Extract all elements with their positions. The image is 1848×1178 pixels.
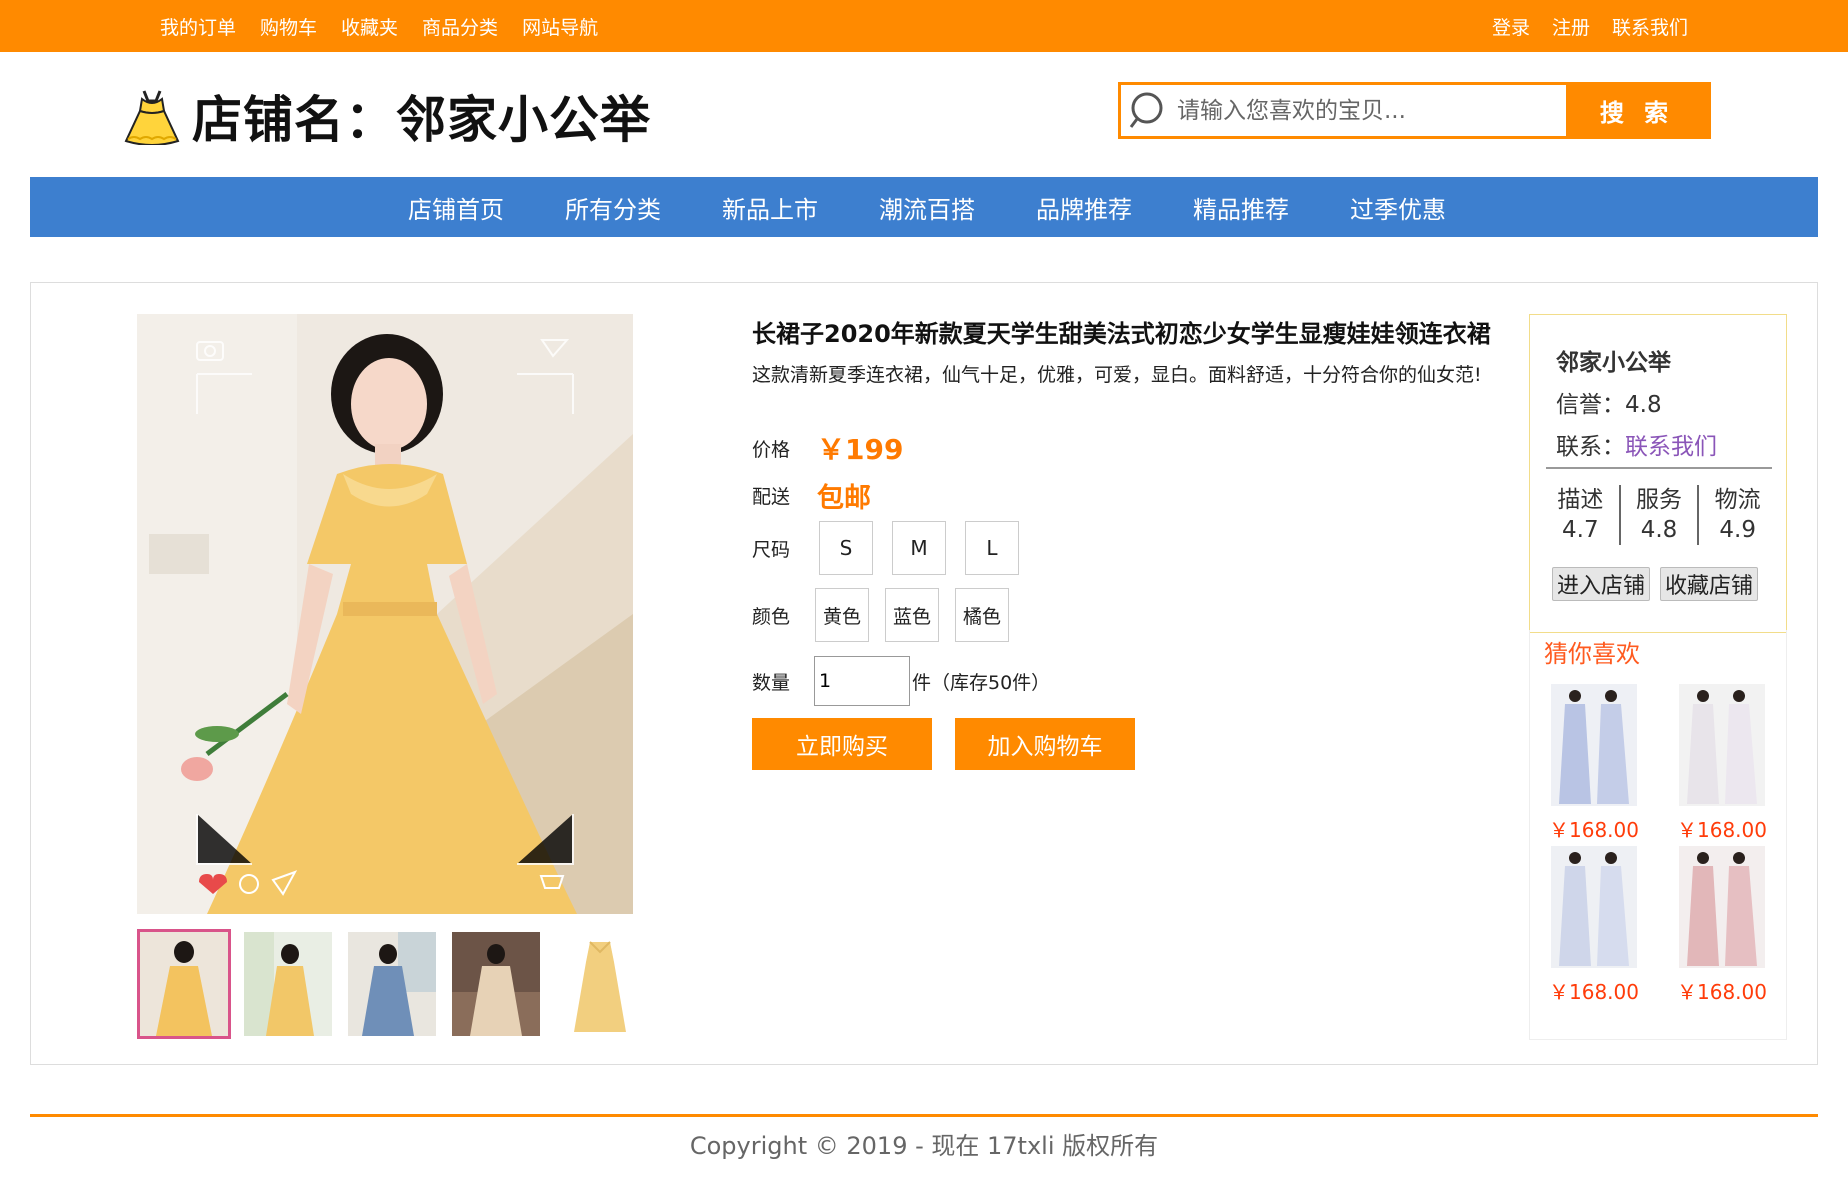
size-row: 尺码 S M L	[752, 521, 1038, 575]
shipping-row: 配送 包邮	[752, 476, 871, 515]
recommendation-image	[1679, 846, 1765, 968]
thumbnail-3[interactable]	[345, 929, 439, 1039]
footer-divider	[30, 1114, 1818, 1117]
thumbnail-strip	[137, 929, 647, 1039]
recommendation-item[interactable]: ￥168.00	[1549, 846, 1639, 1005]
color-label: 颜色	[752, 605, 791, 628]
recommendation-image	[1551, 684, 1637, 806]
quantity-input[interactable]	[814, 656, 910, 706]
search-box	[1121, 85, 1566, 136]
top-bar: 我的订单 购物车 收藏夹 商品分类 网站导航 登录 注册 联系我们	[0, 0, 1848, 52]
shop-contact-link[interactable]: 联系我们	[1625, 434, 1717, 460]
my-orders-link[interactable]: 我的订单	[160, 13, 236, 40]
divider	[1546, 467, 1772, 469]
shop-title: 店铺名：邻家小公举	[192, 91, 651, 149]
copyright: Copyright © 2019 - 现在 17txli 版权所有	[689, 1132, 1159, 1160]
recommendation-image	[1551, 846, 1637, 968]
search-bar: 搜 索	[1118, 82, 1711, 139]
recommendation-item[interactable]: ￥168.00	[1677, 846, 1767, 1005]
register-link[interactable]: 注册	[1552, 13, 1590, 40]
product-title: 长裙子2020年新款夏天学生甜美法式初恋少女学生显瘦娃娃领连衣裙	[752, 320, 1491, 348]
search-input[interactable]	[1177, 97, 1547, 124]
recommendation-price: ￥168.00	[1549, 980, 1639, 1004]
color-option-orange[interactable]: 橘色	[955, 588, 1009, 642]
color-option-blue[interactable]: 蓝色	[885, 588, 939, 642]
rating-value: 4.8	[1640, 517, 1678, 543]
price-label: 价格	[752, 438, 791, 461]
size-option-m[interactable]: M	[892, 521, 946, 575]
product-price: ￥199	[817, 433, 904, 466]
size-label: 尺码	[752, 538, 791, 561]
product-main-image	[137, 314, 633, 914]
rating-service: 服务 4.8	[1621, 485, 1700, 545]
contact-label: 联系：	[1556, 434, 1625, 460]
recommendation-image	[1679, 684, 1765, 806]
color-row: 颜色 黄色 蓝色 橘色	[752, 588, 1028, 642]
categories-link[interactable]: 商品分类	[422, 13, 498, 40]
shop-ratings: 描述 4.7 服务 4.8 物流 4.9	[1542, 485, 1776, 545]
nav-clearance[interactable]: 过季优惠	[1350, 190, 1507, 225]
size-option-l[interactable]: L	[965, 521, 1019, 575]
dress-icon	[124, 90, 180, 145]
shop-contact: 联系：联系我们	[1556, 427, 1717, 461]
buy-now-button[interactable]: 立即购买	[752, 718, 932, 770]
thumbnail-1[interactable]	[137, 929, 231, 1039]
size-option-s[interactable]: S	[819, 521, 873, 575]
favorites-link[interactable]: 收藏夹	[341, 13, 398, 40]
quantity-row: 数量 件（库存50件）	[752, 656, 1050, 706]
top-links-right: 登录 注册 联系我们	[1492, 0, 1688, 52]
shop-card: 邻家小公举 信誉：4.8 联系：联系我们 描述 4.7 服务 4.8 物流 4.…	[1529, 314, 1787, 633]
shop-logo[interactable]: 店铺名：邻家小公举	[124, 80, 651, 152]
enter-shop-button[interactable]: 进入店铺	[1552, 567, 1650, 601]
cart-link[interactable]: 购物车	[260, 13, 317, 40]
rating-label: 描述	[1557, 487, 1604, 513]
favorite-shop-button[interactable]: 收藏店铺	[1660, 567, 1758, 601]
thumbnail-2[interactable]	[241, 929, 335, 1039]
thumbnail-5[interactable]	[553, 929, 647, 1039]
recommendation-item[interactable]: ￥168.00	[1549, 684, 1639, 843]
nav-featured[interactable]: 精品推荐	[1193, 190, 1350, 225]
search-icon	[1129, 92, 1163, 128]
color-option-yellow[interactable]: 黄色	[815, 588, 869, 642]
recommendation-price: ￥168.00	[1549, 818, 1639, 842]
recommendations-title: 猜你喜欢	[1544, 640, 1640, 668]
shop-name: 邻家小公举	[1556, 350, 1671, 376]
stock-text: 件（库存50件）	[912, 671, 1051, 694]
rating-description: 描述 4.7	[1542, 485, 1621, 545]
contact-us-link[interactable]: 联系我们	[1612, 13, 1688, 40]
shop-credit: 信誉：4.8	[1556, 392, 1662, 418]
recommendation-price: ￥168.00	[1677, 980, 1767, 1004]
nav-all-categories[interactable]: 所有分类	[565, 190, 722, 225]
nav-trendy[interactable]: 潮流百搭	[879, 190, 1036, 225]
recommendation-price: ￥168.00	[1677, 818, 1767, 842]
add-to-cart-button[interactable]: 加入购物车	[955, 718, 1135, 770]
rating-value: 4.7	[1562, 517, 1599, 543]
thumbnail-4[interactable]	[449, 929, 543, 1039]
recommendations: 猜你喜欢 ￥168.00 ￥168.00 ￥168.00 ￥168.00	[1529, 630, 1787, 1040]
shipping-label: 配送	[752, 486, 791, 508]
login-link[interactable]: 登录	[1492, 13, 1530, 40]
search-button[interactable]: 搜 索	[1566, 85, 1708, 136]
top-links-left: 我的订单 购物车 收藏夹 商品分类 网站导航	[160, 0, 598, 52]
nav-home[interactable]: 店铺首页	[408, 190, 565, 225]
main-nav: 店铺首页 所有分类 新品上市 潮流百搭 品牌推荐 精品推荐 过季优惠	[30, 177, 1818, 237]
rating-value: 4.9	[1719, 517, 1756, 543]
site-nav-link[interactable]: 网站导航	[522, 13, 598, 40]
shipping-value: 包邮	[817, 483, 871, 514]
recommendation-item[interactable]: ￥168.00	[1677, 684, 1767, 843]
nav-new-arrivals[interactable]: 新品上市	[722, 190, 879, 225]
rating-label: 物流	[1714, 487, 1761, 513]
nav-brands[interactable]: 品牌推荐	[1036, 190, 1193, 225]
product-description: 这款清新夏季连衣裙，仙气十足，优雅，可爱，显白。面料舒适，十分符合你的仙女范!	[752, 364, 1482, 386]
rating-label: 服务	[1636, 487, 1682, 513]
quantity-label: 数量	[752, 671, 791, 694]
rating-logistics: 物流 4.9	[1699, 485, 1776, 545]
price-row: 价格 ￥199	[752, 428, 903, 468]
